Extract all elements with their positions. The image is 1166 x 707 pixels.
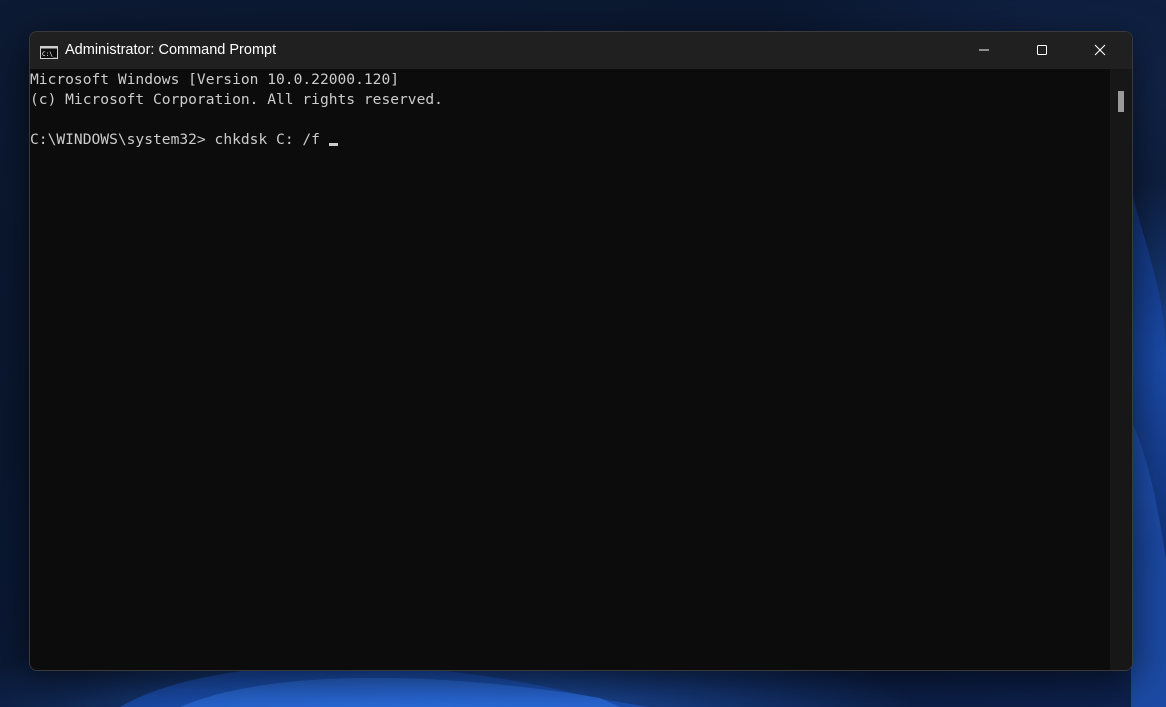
command-prompt-window[interactable]: C:\_ Administrator: Command Prompt Micro… [29, 31, 1133, 671]
console-output[interactable]: Microsoft Windows [Version 10.0.22000.12… [30, 69, 1110, 670]
window-title: Administrator: Command Prompt [65, 42, 277, 58]
minimize-button[interactable] [955, 32, 1013, 69]
cmd-icon: C:\_ [40, 44, 58, 59]
console-line: Microsoft Windows [Version 10.0.22000.12… [30, 71, 400, 88]
maximize-icon [1036, 41, 1048, 60]
svg-text:C:\_: C:\_ [42, 51, 57, 58]
close-icon [1094, 41, 1106, 60]
vertical-scrollbar[interactable] [1110, 69, 1132, 670]
minimize-icon [978, 41, 990, 60]
console-line: (c) Microsoft Corporation. All rights re… [30, 91, 443, 108]
maximize-button[interactable] [1013, 32, 1071, 69]
text-cursor [328, 143, 338, 146]
close-button[interactable] [1071, 32, 1129, 69]
prompt-text: C:\WINDOWS\system32> [30, 131, 206, 148]
title-bar[interactable]: C:\_ Administrator: Command Prompt [30, 32, 1132, 69]
command-line[interactable]: C:\WINDOWS\system32> chkdsk C: /f [30, 130, 338, 150]
scrollbar-thumb[interactable] [1118, 91, 1124, 112]
command-input[interactable]: chkdsk C: /f [215, 131, 320, 148]
